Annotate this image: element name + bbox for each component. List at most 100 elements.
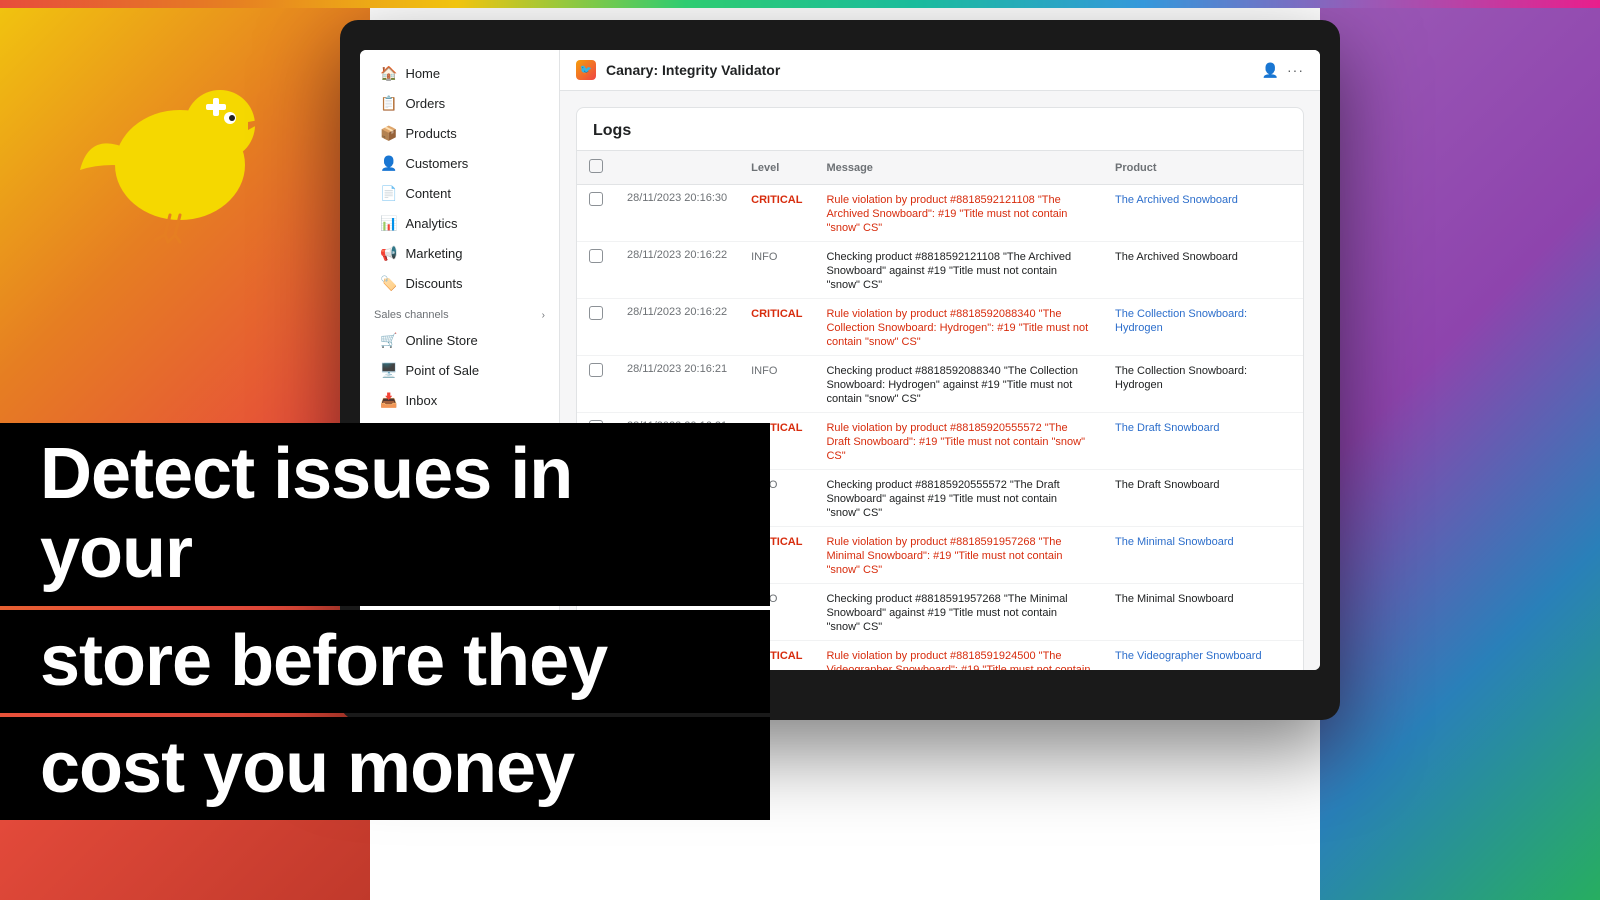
th-level: Level	[739, 151, 814, 185]
bottom-text-container: Detect issues in your store before they …	[0, 423, 770, 820]
headline-line2: store before they	[40, 621, 607, 701]
row-checkbox[interactable]	[589, 306, 603, 320]
message-text: Checking product #88185920555572 "The Dr…	[826, 479, 1059, 519]
more-icon[interactable]: ···	[1287, 62, 1304, 78]
row-message: Checking product #8818591957268 "The Min…	[814, 584, 1103, 641]
app-icon: 🐦	[576, 60, 596, 80]
sidebar-item-orders[interactable]: 📋 Orders	[366, 89, 553, 118]
marketing-icon: 📢	[380, 245, 397, 262]
product-link[interactable]: The Archived Snowboard	[1115, 194, 1238, 206]
message-text: Checking product #8818592088340 "The Col…	[826, 365, 1078, 405]
row-message: Checking product #88185920555572 "The Dr…	[814, 470, 1103, 527]
row-product: The Collection Snowboard: Hydrogen	[1103, 299, 1303, 356]
product-text: The Minimal Snowboard	[1115, 593, 1234, 605]
message-text: Rule violation by product #8818592121108…	[826, 194, 1067, 234]
row-level: CRITICAL	[739, 299, 814, 356]
row-product: The Archived Snowboard	[1103, 185, 1303, 242]
row-product: The Draft Snowboard	[1103, 470, 1303, 527]
level-badge: CRITICAL	[751, 308, 802, 320]
row-checkbox[interactable]	[589, 249, 603, 263]
product-link[interactable]: The Collection Snowboard: Hydrogen	[1115, 308, 1247, 334]
user-icon[interactable]: 👤	[1262, 62, 1279, 79]
message-text: Checking product #8818592121108 "The Arc…	[826, 251, 1071, 291]
row-checkbox-cell	[577, 242, 615, 299]
sidebar-item-point-of-sale[interactable]: 🖥️ Point of Sale	[366, 356, 553, 385]
sidebar-item-customers[interactable]: 👤 Customers	[366, 149, 553, 178]
sidebar-label-analytics: Analytics	[405, 216, 457, 231]
row-level: CRITICAL	[739, 185, 814, 242]
inbox-icon: 📥	[380, 392, 397, 409]
sidebar-item-analytics[interactable]: 📊 Analytics	[366, 209, 553, 238]
topbar-title: Canary: Integrity Validator	[606, 62, 780, 78]
row-message: Rule violation by product #8818592055557…	[814, 413, 1103, 470]
discounts-icon: 🏷️	[380, 275, 397, 292]
level-badge: INFO	[751, 365, 777, 377]
product-link[interactable]: The Minimal Snowboard	[1115, 536, 1234, 548]
sales-channels-chevron: ›	[542, 310, 545, 321]
bird-logo	[60, 50, 280, 270]
row-message: Checking product #8818592121108 "The Arc…	[814, 242, 1103, 299]
sidebar-item-home[interactable]: 🏠 Home	[366, 59, 553, 88]
table-row: 28/11/2023 20:16:22CRITICALRule violatio…	[577, 299, 1303, 356]
header-checkbox[interactable]	[589, 159, 603, 173]
logs-title: Logs	[577, 108, 1303, 151]
th-timestamp	[615, 151, 739, 185]
sidebar-label-marketing: Marketing	[405, 246, 462, 261]
sidebar-label-home: Home	[405, 66, 440, 81]
app-icon-emoji: 🐦	[580, 65, 592, 76]
row-checkbox[interactable]	[589, 363, 603, 377]
row-product: The Minimal Snowboard	[1103, 584, 1303, 641]
row-timestamp: 28/11/2023 20:16:22	[615, 242, 739, 299]
table-row: 28/11/2023 20:16:22 INFO Checking product …	[577, 242, 1303, 299]
row-product: The Archived Snowboard	[1103, 242, 1303, 299]
bg-right	[1320, 0, 1600, 900]
row-message: Rule violation by product #8818591957268…	[814, 527, 1103, 584]
table-row: 28/11/2023 20:16:30CRITICALRule violatio…	[577, 185, 1303, 242]
row-message: Rule violation by product #8818592121108…	[814, 185, 1103, 242]
analytics-icon: 📊	[380, 215, 397, 232]
row-checkbox[interactable]	[589, 192, 603, 206]
headline-line3: cost you money	[40, 728, 574, 808]
sidebar-item-online-store[interactable]: 🛒 Online Store	[366, 326, 553, 355]
th-message: Message	[814, 151, 1103, 185]
sidebar-label-products: Products	[405, 126, 456, 141]
sales-channels-title: Sales channels	[374, 309, 449, 321]
product-text: The Archived Snowboard	[1115, 251, 1238, 263]
online-store-icon: 🛒	[380, 332, 397, 349]
message-text: Rule violation by product #8818591957268…	[826, 536, 1062, 576]
sidebar-item-marketing[interactable]: 📢 Marketing	[366, 239, 553, 268]
th-product: Product	[1103, 151, 1303, 185]
product-text: The Draft Snowboard	[1115, 479, 1220, 491]
row-message: Rule violation by product #8818592088340…	[814, 299, 1103, 356]
row-product: The Collection Snowboard: Hydrogen	[1103, 356, 1303, 413]
row-product: The Draft Snowboard	[1103, 413, 1303, 470]
product-link[interactable]: The Videographer Snowboard	[1115, 650, 1262, 662]
sidebar-item-products[interactable]: 📦 Products	[366, 119, 553, 148]
sidebar-item-content[interactable]: 📄 Content	[366, 179, 553, 208]
content-icon: 📄	[380, 185, 397, 202]
row-checkbox-cell	[577, 185, 615, 242]
sidebar-label-customers: Customers	[405, 156, 468, 171]
message-text: Checking product #8818591957268 "The Min…	[826, 593, 1067, 633]
sidebar-label-content: Content	[405, 186, 451, 201]
sales-channels-section: Sales channels ›	[360, 299, 559, 325]
topbar: 🐦 Canary: Integrity Validator 👤 ···	[560, 50, 1320, 91]
orders-icon: 📋	[380, 95, 397, 112]
table-row: 28/11/2023 20:16:21 INFO Checking product …	[577, 356, 1303, 413]
row-message: Rule violation by product #8818591924500…	[814, 641, 1103, 671]
topbar-actions: 👤 ···	[1262, 62, 1304, 79]
table-header-row: Level Message Product	[577, 151, 1303, 185]
sidebar-item-inbox[interactable]: 📥 Inbox	[366, 386, 553, 415]
product-text: The Collection Snowboard: Hydrogen	[1115, 365, 1247, 391]
row-timestamp: 28/11/2023 20:16:21	[615, 356, 739, 413]
headline-line1: Detect issues in your	[40, 434, 572, 593]
products-icon: 📦	[380, 125, 397, 142]
th-checkbox	[577, 151, 615, 185]
message-text: Rule violation by product #8818591924500…	[826, 650, 1090, 670]
level-badge: INFO	[751, 251, 777, 263]
product-link[interactable]: The Draft Snowboard	[1115, 422, 1220, 434]
row-product: The Minimal Snowboard	[1103, 527, 1303, 584]
pos-icon: 🖥️	[380, 362, 397, 379]
rainbow-stripe	[0, 0, 1600, 8]
sidebar-item-discounts[interactable]: 🏷️ Discounts	[366, 269, 553, 298]
